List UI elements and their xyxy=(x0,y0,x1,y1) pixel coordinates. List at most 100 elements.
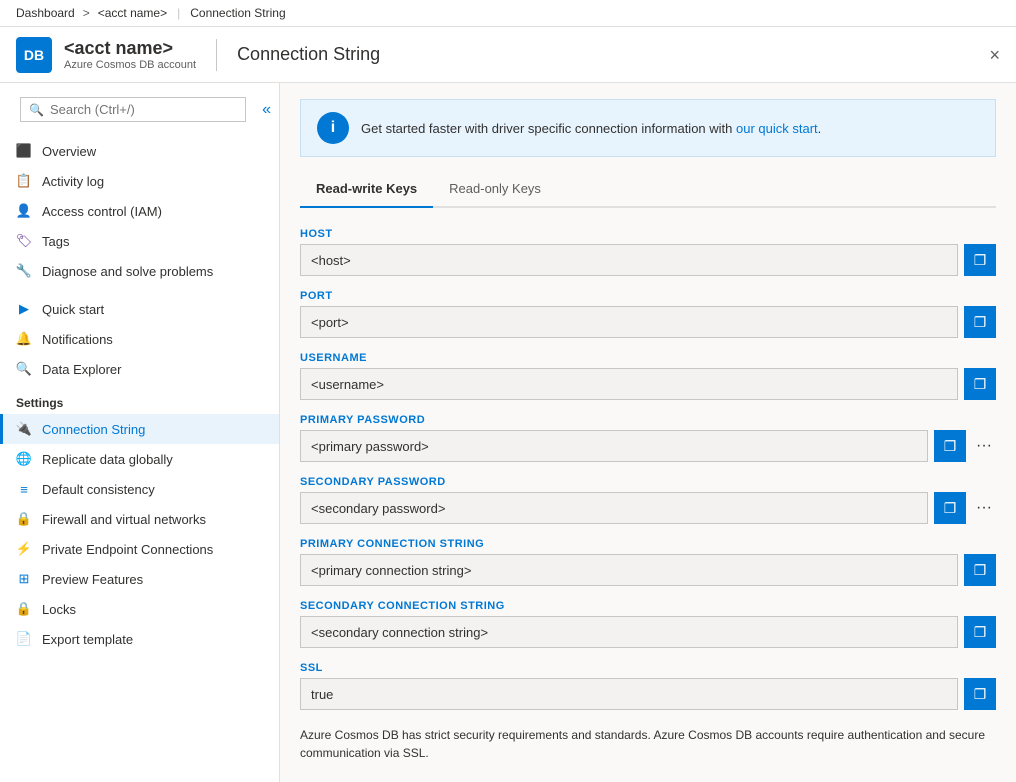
sidebar-label-overview: Overview xyxy=(42,144,96,159)
label-primary-connection-string: PRIMARY CONNECTION STRING xyxy=(300,538,996,550)
header-title-group: <acct name> Azure Cosmos DB account xyxy=(64,38,196,71)
account-subtitle: Azure Cosmos DB account xyxy=(64,59,196,71)
sidebar-item-notifications[interactable]: 🔔 Notifications xyxy=(0,324,279,354)
label-username: USERNAME xyxy=(300,352,996,364)
account-name: <acct name> xyxy=(64,38,196,59)
header-divider xyxy=(216,39,217,71)
copy-port-button[interactable]: ❐ xyxy=(964,306,996,338)
sidebar-item-activity-log[interactable]: 📋 Activity log xyxy=(0,166,279,196)
quick-start-link[interactable]: our quick start xyxy=(736,121,818,136)
page-title: Connection String xyxy=(237,44,380,65)
tab-read-only[interactable]: Read-only Keys xyxy=(433,173,557,208)
sidebar-item-data-explorer[interactable]: 🔍 Data Explorer xyxy=(0,354,279,384)
sidebar-item-quickstart[interactable]: ▶ Quick start xyxy=(0,294,279,324)
cosmos-db-icon: DB xyxy=(16,37,52,73)
label-secondary-connection-string: SECONDARY CONNECTION STRING xyxy=(300,600,996,612)
breadcrumb-dashboard[interactable]: Dashboard xyxy=(16,6,75,20)
input-username[interactable] xyxy=(300,368,958,400)
breadcrumb-sep2: | xyxy=(177,6,180,20)
sidebar-label-diagnose: Diagnose and solve problems xyxy=(42,264,213,279)
sidebar-label-connection-string: Connection String xyxy=(42,422,145,437)
sidebar-item-tags[interactable]: 🏷 Tags xyxy=(0,226,279,256)
input-primary-connection-string[interactable] xyxy=(300,554,958,586)
sidebar-label-data-explorer: Data Explorer xyxy=(42,362,121,377)
sidebar-item-overview[interactable]: ⬛ Overview xyxy=(0,136,279,166)
input-primary-password[interactable] xyxy=(300,430,928,462)
header-left: DB <acct name> Azure Cosmos DB account C… xyxy=(16,37,380,73)
sidebar-item-preview-features[interactable]: ⊞ Preview Features xyxy=(0,564,279,594)
sidebar-item-iam[interactable]: 👤 Access control (IAM) xyxy=(0,196,279,226)
info-banner: i Get started faster with driver specifi… xyxy=(300,99,996,157)
overview-icon: ⬛ xyxy=(16,143,32,159)
settings-section-header: Settings xyxy=(0,384,279,414)
sidebar-label-consistency: Default consistency xyxy=(42,482,155,497)
data-explorer-icon: 🔍 xyxy=(16,361,32,377)
sidebar-item-firewall[interactable]: 🔒 Firewall and virtual networks xyxy=(0,504,279,534)
search-icon: 🔍 xyxy=(29,103,44,117)
search-box[interactable]: 🔍 xyxy=(20,97,246,122)
sidebar-item-locks[interactable]: 🔒 Locks xyxy=(0,594,279,624)
sidebar-label-locks: Locks xyxy=(42,602,76,617)
more-secondary-password-button[interactable]: ··· xyxy=(972,500,996,516)
activity-log-icon: 📋 xyxy=(16,173,32,189)
export-icon: 📄 xyxy=(16,631,32,647)
body: 🔍 « ⬛ Overview 📋 Activity log 👤 Access xyxy=(0,83,1016,782)
info-icon: i xyxy=(317,112,349,144)
label-secondary-password: SECONDARY PASSWORD xyxy=(300,476,996,488)
page-header: DB <acct name> Azure Cosmos DB account C… xyxy=(0,27,1016,83)
more-primary-password-button[interactable]: ··· xyxy=(972,438,996,454)
field-row-ssl: ❐ xyxy=(300,678,996,710)
copy-ssl-button[interactable]: ❐ xyxy=(964,678,996,710)
field-row-username: ❐ xyxy=(300,368,996,400)
input-secondary-password[interactable] xyxy=(300,492,928,524)
input-secondary-connection-string[interactable] xyxy=(300,616,958,648)
sidebar: 🔍 « ⬛ Overview 📋 Activity log 👤 Access xyxy=(0,83,280,782)
field-group-ssl: SSL ❐ xyxy=(300,662,996,710)
sidebar-label-private-endpoint: Private Endpoint Connections xyxy=(42,542,213,557)
tabs-container: Read-write Keys Read-only Keys xyxy=(300,173,996,208)
field-group-secondary-password: SECONDARY PASSWORD ❐ ··· xyxy=(300,476,996,524)
sidebar-item-diagnose[interactable]: 🔧 Diagnose and solve problems xyxy=(0,256,279,286)
sidebar-label-notifications: Notifications xyxy=(42,332,113,347)
input-host[interactable] xyxy=(300,244,958,276)
tab-read-write[interactable]: Read-write Keys xyxy=(300,173,433,208)
close-button[interactable]: × xyxy=(989,46,1000,64)
label-host: HOST xyxy=(300,228,996,240)
connection-string-icon: 🔌 xyxy=(16,421,32,437)
sidebar-label-tags: Tags xyxy=(42,234,69,249)
field-group-username: USERNAME ❐ xyxy=(300,352,996,400)
diagnose-icon: 🔧 xyxy=(16,263,32,279)
copy-primary-connection-string-button[interactable]: ❐ xyxy=(964,554,996,586)
sidebar-item-replicate[interactable]: 🌐 Replicate data globally xyxy=(0,444,279,474)
quickstart-icon: ▶ xyxy=(16,301,32,317)
iam-icon: 👤 xyxy=(16,203,32,219)
field-row-host: ❐ xyxy=(300,244,996,276)
sidebar-label-activity-log: Activity log xyxy=(42,174,104,189)
collapse-icon[interactable]: « xyxy=(262,101,271,119)
field-group-port: PORT ❐ xyxy=(300,290,996,338)
field-group-primary-password: PRIMARY PASSWORD ❐ ··· xyxy=(300,414,996,462)
copy-secondary-password-button[interactable]: ❐ xyxy=(934,492,966,524)
copy-username-button[interactable]: ❐ xyxy=(964,368,996,400)
field-group-primary-connection-string: PRIMARY CONNECTION STRING ❐ xyxy=(300,538,996,586)
field-row-secondary-password: ❐ ··· xyxy=(300,492,996,524)
copy-primary-password-button[interactable]: ❐ xyxy=(934,430,966,462)
field-group-host: HOST ❐ xyxy=(300,228,996,276)
sidebar-item-export-template[interactable]: 📄 Export template xyxy=(0,624,279,654)
input-ssl[interactable] xyxy=(300,678,958,710)
sidebar-label-firewall: Firewall and virtual networks xyxy=(42,512,206,527)
sidebar-item-default-consistency[interactable]: ≡ Default consistency xyxy=(0,474,279,504)
notifications-icon: 🔔 xyxy=(16,331,32,347)
sidebar-item-connection-string[interactable]: 🔌 Connection String xyxy=(0,414,279,444)
sidebar-item-private-endpoint[interactable]: ⚡ Private Endpoint Connections xyxy=(0,534,279,564)
copy-host-button[interactable]: ❐ xyxy=(964,244,996,276)
copy-secondary-connection-string-button[interactable]: ❐ xyxy=(964,616,996,648)
search-input[interactable] xyxy=(50,102,237,117)
field-row-primary-password: ❐ ··· xyxy=(300,430,996,462)
breadcrumb-account[interactable]: <acct name> xyxy=(98,6,167,20)
main-content: i Get started faster with driver specifi… xyxy=(280,83,1016,782)
preview-icon: ⊞ xyxy=(16,571,32,587)
input-port[interactable] xyxy=(300,306,958,338)
label-port: PORT xyxy=(300,290,996,302)
breadcrumb-current: Connection String xyxy=(190,6,285,20)
